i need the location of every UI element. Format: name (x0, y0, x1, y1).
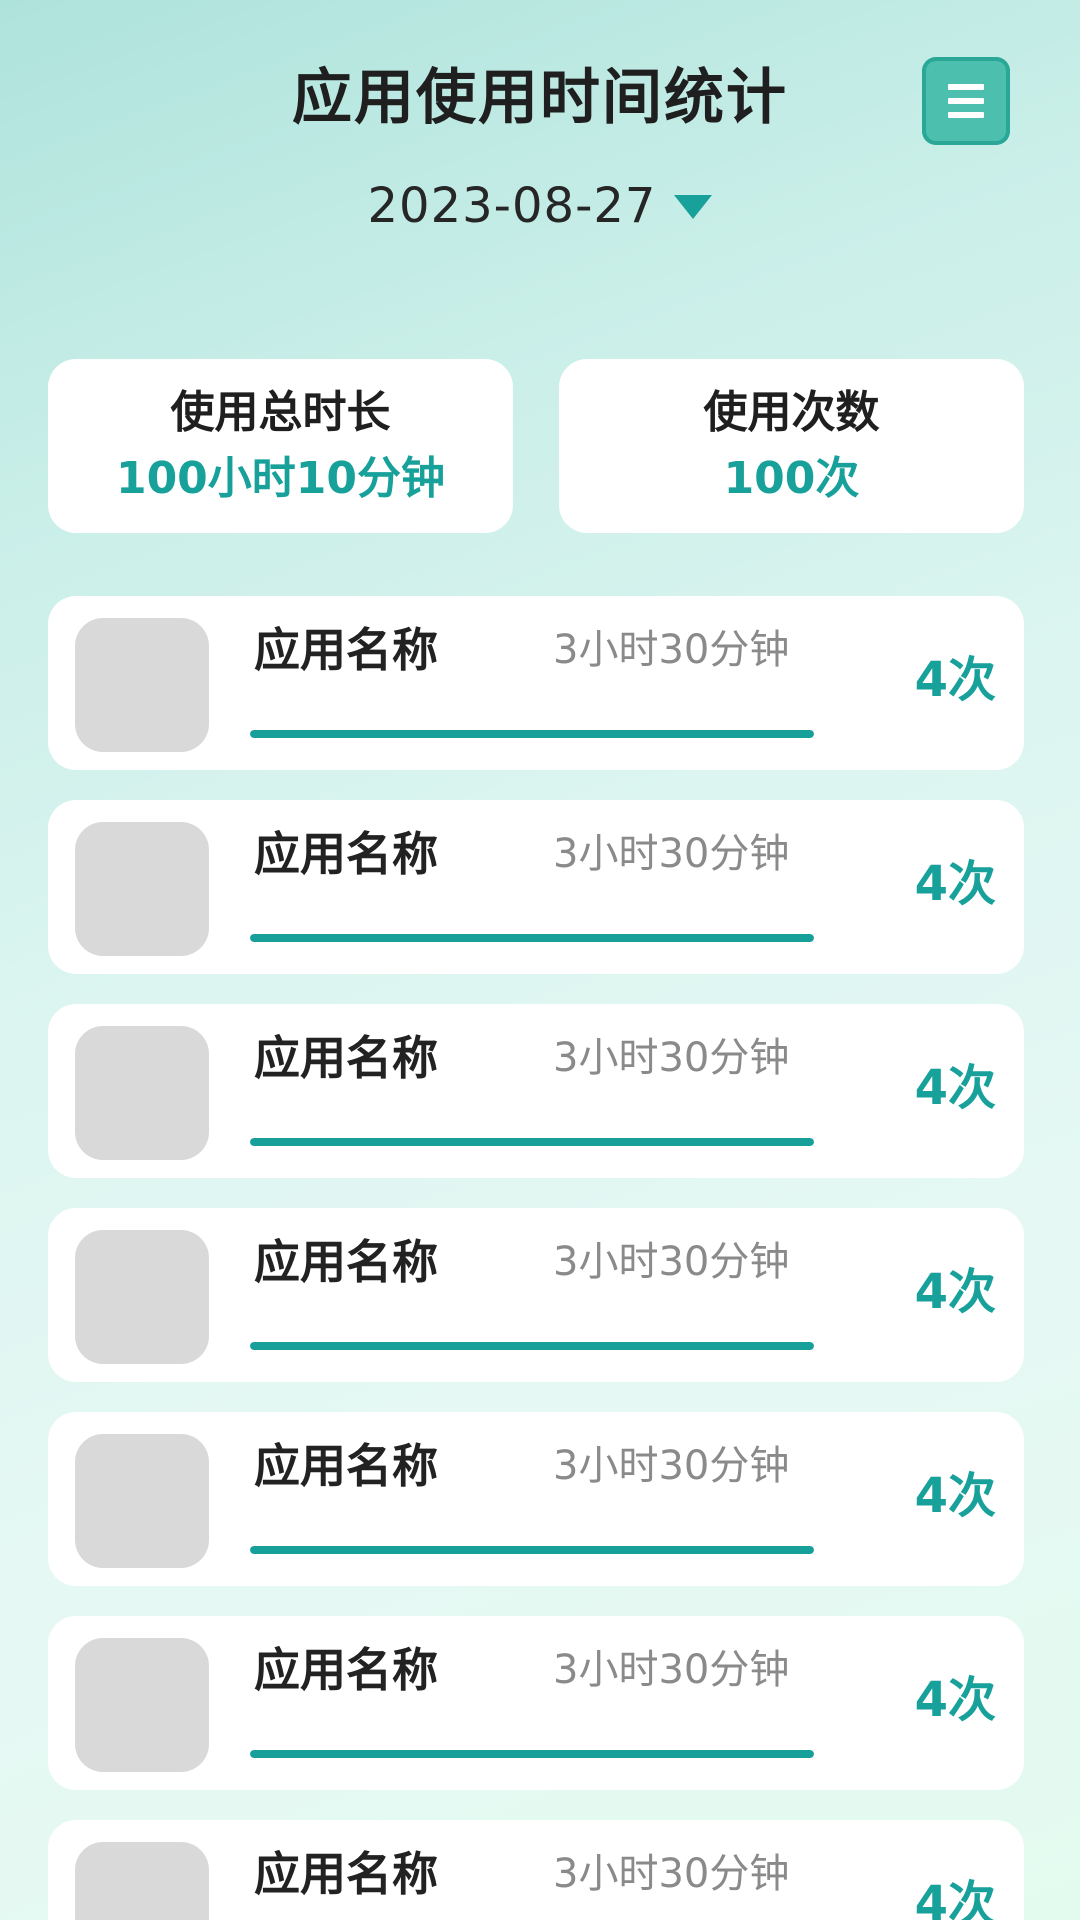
usage-progress-fill (250, 1546, 814, 1554)
usage-count-label: 使用次数 (703, 387, 880, 438)
page-title: 应用使用时间统计 (292, 63, 788, 133)
app-duration: 3小时30分钟 (553, 1239, 790, 1285)
app-count: 4次 (914, 1264, 996, 1320)
usage-count-value: 100次 (723, 453, 860, 504)
app-duration: 3小时30分钟 (553, 1647, 790, 1693)
app-name: 应用名称 (254, 1235, 438, 1289)
caret-down-icon (674, 195, 713, 219)
total-duration-card: 使用总时长 100小时10分钟 (48, 359, 513, 533)
app-list-item[interactable]: 应用名称 3小时30分钟 4次 (48, 1820, 1024, 1920)
usage-progress-bar (250, 1546, 814, 1554)
app-name: 应用名称 (254, 827, 438, 881)
usage-progress-fill (250, 1138, 814, 1146)
usage-progress-bar (250, 1342, 814, 1350)
app-list-item[interactable]: 应用名称 3小时30分钟 4次 (48, 1004, 1024, 1178)
app-icon (75, 1638, 209, 1772)
hamburger-menu-icon (948, 84, 984, 118)
app-name: 应用名称 (254, 623, 438, 677)
total-duration-label: 使用总时长 (170, 387, 391, 438)
date-text: 2023-08-27 (367, 178, 657, 234)
usage-progress-fill (250, 1750, 814, 1758)
app-count: 4次 (914, 652, 996, 708)
app-count: 4次 (914, 1876, 996, 1920)
app-icon (75, 822, 209, 956)
app-duration: 3小时30分钟 (553, 831, 790, 877)
app-duration: 3小时30分钟 (553, 1851, 790, 1897)
app-icon (75, 1026, 209, 1160)
menu-button[interactable] (922, 57, 1010, 145)
app-list[interactable]: 应用名称 3小时30分钟 4次 应用名称 3小时30分钟 4次 应用名称 3小时… (48, 596, 1024, 1920)
usage-progress-bar (250, 1138, 814, 1146)
header: 应用使用时间统计 2023-08-27 (0, 0, 1080, 250)
app-count: 4次 (914, 856, 996, 912)
usage-count-card: 使用次数 100次 (559, 359, 1024, 533)
summary-section: 使用总时长 100小时10分钟 使用次数 100次 (48, 359, 1024, 533)
usage-progress-bar (250, 1750, 814, 1758)
usage-progress-fill (250, 730, 814, 738)
app-count: 4次 (914, 1672, 996, 1728)
total-duration-value: 100小时10分钟 (115, 453, 446, 504)
app-name: 应用名称 (254, 1031, 438, 1085)
app-count: 4次 (914, 1060, 996, 1116)
app-icon (75, 1230, 209, 1364)
usage-progress-fill (250, 934, 814, 942)
app-list-item[interactable]: 应用名称 3小时30分钟 4次 (48, 1208, 1024, 1382)
date-selector[interactable]: 2023-08-27 (0, 176, 1080, 236)
usage-progress-bar (250, 730, 814, 738)
app-list-item[interactable]: 应用名称 3小时30分钟 4次 (48, 1412, 1024, 1586)
app-name: 应用名称 (254, 1439, 438, 1493)
app-name: 应用名称 (254, 1847, 438, 1901)
app-icon (75, 618, 209, 752)
app-icon (75, 1434, 209, 1568)
app-duration: 3小时30分钟 (553, 1443, 790, 1489)
app-name: 应用名称 (254, 1643, 438, 1697)
app-icon (75, 1842, 209, 1920)
app-list-item[interactable]: 应用名称 3小时30分钟 4次 (48, 1616, 1024, 1790)
app-count: 4次 (914, 1468, 996, 1524)
app-list-item[interactable]: 应用名称 3小时30分钟 4次 (48, 800, 1024, 974)
usage-progress-fill (250, 1342, 814, 1350)
app-duration: 3小时30分钟 (553, 627, 790, 673)
usage-progress-bar (250, 934, 814, 942)
app-duration: 3小时30分钟 (553, 1035, 790, 1081)
app-list-item[interactable]: 应用名称 3小时30分钟 4次 (48, 596, 1024, 770)
